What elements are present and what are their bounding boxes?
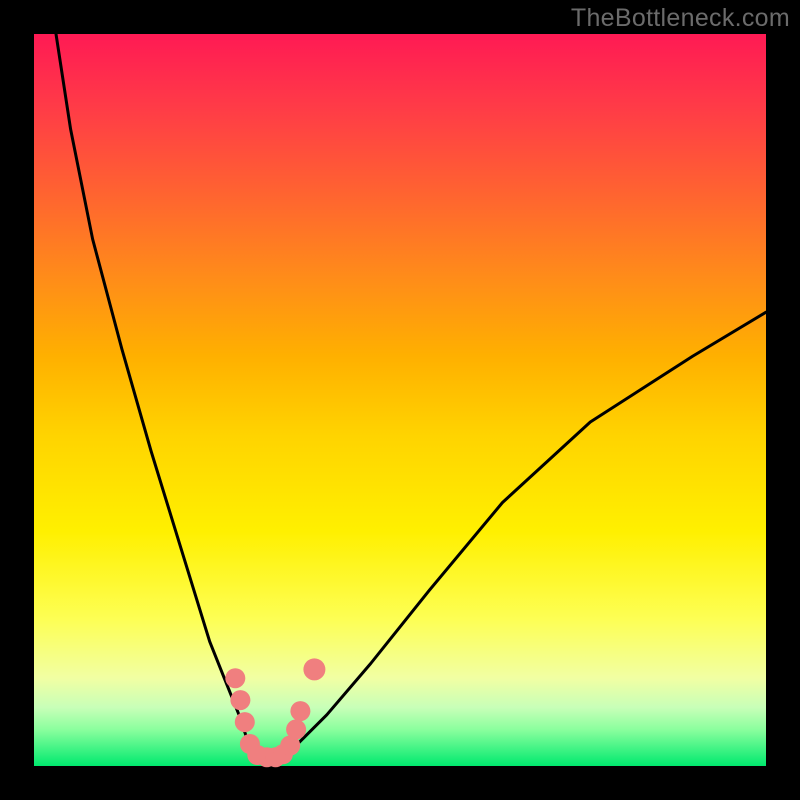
chart-frame: TheBottleneck.com — [0, 0, 800, 800]
plot-area — [34, 34, 766, 766]
marker-dot — [303, 658, 325, 680]
bottleneck-curve — [56, 34, 766, 759]
marker-dot — [235, 712, 255, 732]
marker-dot — [230, 690, 250, 710]
watermark-text: TheBottleneck.com — [571, 4, 790, 33]
marker-dot — [225, 668, 245, 688]
marker-dot — [290, 701, 310, 721]
marker-dot — [286, 719, 306, 739]
curve-svg — [34, 34, 766, 766]
marker-group — [225, 658, 325, 767]
